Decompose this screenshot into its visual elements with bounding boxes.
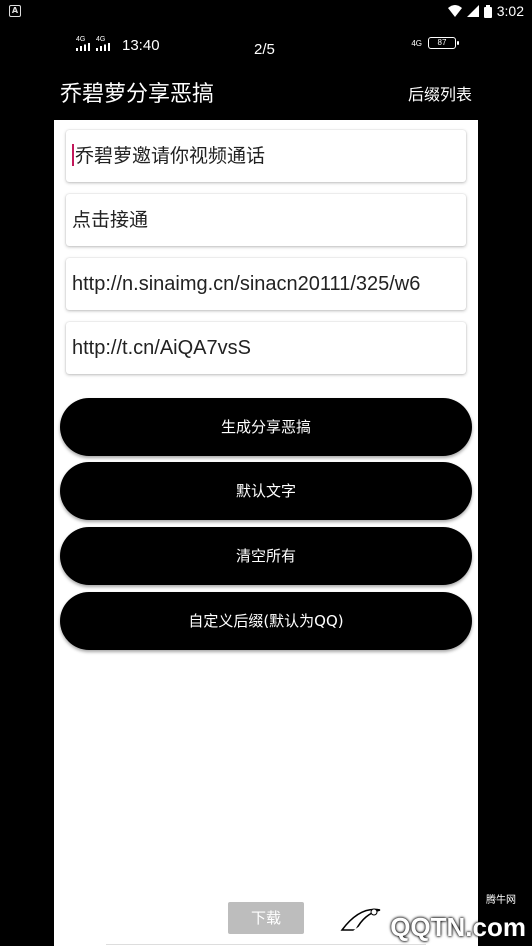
inner-signal-1: 4G	[76, 36, 92, 51]
inner-signal-group: 4G 4G	[76, 36, 112, 51]
default-text-button[interactable]: 默认文字	[60, 462, 472, 520]
inner-signal-2: 4G	[96, 36, 112, 51]
wifi-icon	[447, 5, 462, 17]
system-status-right: 3:02	[447, 3, 524, 19]
inner-clock: 13:40	[122, 37, 160, 54]
text-cursor	[72, 143, 74, 166]
watermark-text: QQTN.com	[390, 912, 526, 942]
inner-battery-icon: 87	[428, 37, 459, 49]
signal-bars-icon	[76, 43, 90, 51]
download-button[interactable]: 下载	[228, 902, 304, 934]
content-panel: 乔碧萝邀请你视频通话 点击接通 http://n.sinaimg.cn/sina…	[54, 120, 478, 946]
subtitle-text-field[interactable]: 点击接通	[66, 194, 466, 246]
watermark: QQTN.com 腾牛网	[334, 895, 526, 942]
suffix-list-menu[interactable]: 后缀列表	[408, 81, 472, 105]
watermark-small-text: 腾牛网	[486, 895, 516, 906]
title-bar: 乔碧萝分享恶搞 后缀列表	[0, 72, 532, 112]
page-title: 乔碧萝分享恶搞	[60, 82, 215, 107]
watermark-logo-icon	[340, 908, 381, 936]
notification-icon: A	[9, 5, 21, 17]
custom-suffix-button[interactable]: 自定义后缀(默认为QQ)	[60, 592, 472, 650]
battery-icon	[483, 4, 492, 18]
inner-status-bar: 4G 4G 13:40 2/5 4G 87	[76, 34, 459, 58]
cell-signal-icon	[466, 5, 479, 17]
link-url-field[interactable]: http://t.cn/AiQA7vsS	[66, 322, 466, 374]
app-screen: 4G 4G 13:40 2/5 4G 87 乔碧萝分享恶搞 后缀列表 乔碧萝邀请…	[0, 24, 532, 946]
inner-network-label: 4G	[411, 38, 422, 48]
image-url-field[interactable]: http://n.sinaimg.cn/sinacn20111/325/w6	[66, 258, 466, 310]
signal-bars-icon	[96, 43, 110, 51]
inner-status-right: 4G 87	[411, 37, 459, 49]
clear-all-button[interactable]: 清空所有	[60, 527, 472, 585]
generate-share-button[interactable]: 生成分享恶搞	[60, 398, 472, 456]
page-indicator: 2/5	[254, 41, 275, 58]
system-status-bar: A 3:02	[0, 0, 532, 24]
title-text-field[interactable]: 乔碧萝邀请你视频通话	[66, 130, 466, 182]
system-clock: 3:02	[496, 3, 524, 19]
